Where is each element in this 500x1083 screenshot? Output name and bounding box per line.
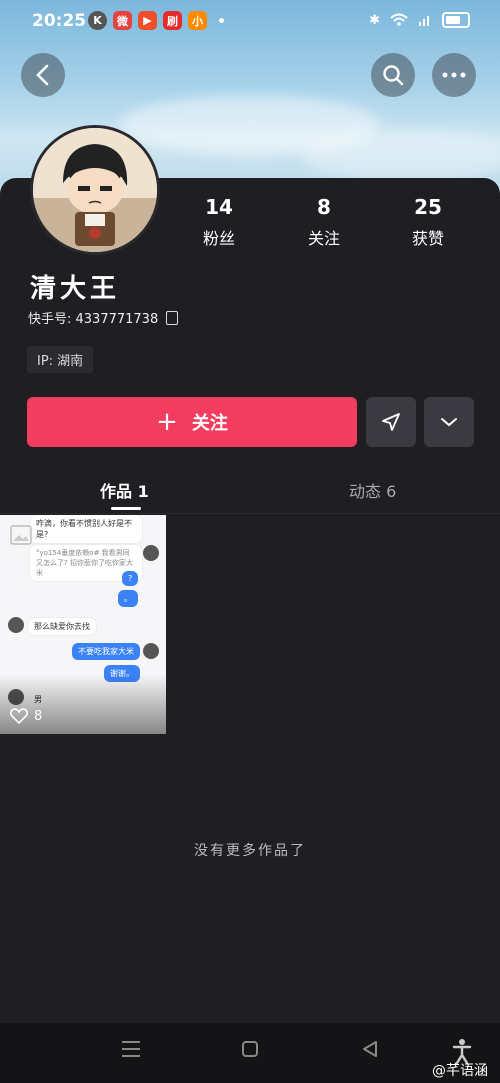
battery-icon [442, 12, 470, 28]
video-app-icon: ▶ [138, 11, 157, 30]
chat-avatar [143, 643, 159, 659]
post-thumbnail[interactable]: 咋滴，你看不惯别人好是不是? °yo154垂度依赖o# 我看男同又怎么了? 招你… [0, 515, 166, 734]
chat-avatar [8, 617, 24, 633]
status-time: 20:25 [32, 11, 87, 31]
home-icon[interactable] [241, 1040, 259, 1058]
watermark: @芊语涵 [432, 1063, 488, 1079]
no-more-works-text: 没有更多作品了 [194, 843, 306, 859]
status-bar: 20:25 K 微 ▶ 刷 小 ✱ [0, 0, 500, 44]
divider [0, 513, 500, 514]
send-icon [382, 413, 400, 431]
stat-label: 关注 [307, 229, 340, 248]
more-button[interactable] [432, 53, 476, 97]
stat-value: 25 [414, 195, 442, 219]
follow-button[interactable]: + 关注 [27, 397, 357, 447]
notification-icons: K 微 ▶ 刷 小 [88, 11, 224, 30]
kuaishou-id-row[interactable]: 快手号: 4337771738 [28, 308, 179, 327]
back-button[interactable] [21, 53, 65, 97]
expand-button[interactable] [424, 397, 474, 447]
follow-label: 关注 [191, 413, 228, 434]
chat-bubble: 咋滴，你看不惯别人好是不是? [30, 515, 142, 543]
stat-value: 14 [205, 195, 233, 219]
post-likes: 8 [10, 708, 42, 724]
profile-name: 清大王 [30, 274, 121, 304]
stat-value: 8 [317, 195, 331, 219]
system-icons: ✱ [369, 12, 470, 28]
chat-bubble: 不要吃我家大米 [72, 643, 140, 660]
news-app-icon: 刷 [163, 11, 182, 30]
chat-bubble: 那么缺爱你去找 [28, 618, 96, 635]
wifi-icon [390, 13, 408, 26]
image-placeholder-icon [10, 525, 32, 545]
likes-count: 8 [34, 708, 43, 724]
tab-moments[interactable]: 动态 6 [349, 478, 396, 502]
stat-label: 粉丝 [202, 229, 235, 248]
avatar[interactable] [30, 125, 160, 255]
more-notifications-dot [219, 18, 224, 23]
chevron-down-icon [441, 418, 457, 427]
store-app-icon: 小 [188, 11, 207, 30]
avatar-illustration [33, 128, 157, 252]
menu-icon[interactable] [121, 1040, 141, 1058]
ip-location-badge: IP: 湖南 [27, 346, 94, 373]
plus-icon: + [156, 407, 178, 437]
search-icon [383, 65, 404, 86]
chat-bubble: ? [122, 571, 139, 586]
cover-cloud [300, 130, 500, 180]
bluetooth-icon: ✱ [369, 12, 380, 28]
copy-icon[interactable] [166, 310, 179, 325]
stat-fans[interactable]: 14 粉丝 [179, 195, 259, 249]
more-dots-icon [442, 72, 466, 78]
kuaishou-id: 快手号: 4337771738 [28, 312, 159, 327]
chat-avatar [143, 545, 159, 561]
stat-following[interactable]: 8 关注 [284, 195, 364, 249]
signal-icon [419, 16, 429, 26]
heart-icon [10, 708, 28, 724]
tab-indicator [111, 507, 141, 510]
chat-bubble: 。 [118, 590, 138, 607]
app-icon: K [88, 11, 107, 30]
tab-works[interactable]: 作品 1 [100, 478, 149, 502]
stat-likes[interactable]: 25 获赞 [388, 195, 468, 249]
back-nav-icon[interactable] [361, 1040, 379, 1058]
thumbnail-shade [0, 674, 166, 734]
weibo-icon: 微 [113, 11, 132, 30]
back-arrow-icon [36, 64, 49, 86]
share-button[interactable] [366, 397, 416, 447]
search-button[interactable] [371, 53, 415, 97]
stat-label: 获赞 [411, 229, 444, 248]
